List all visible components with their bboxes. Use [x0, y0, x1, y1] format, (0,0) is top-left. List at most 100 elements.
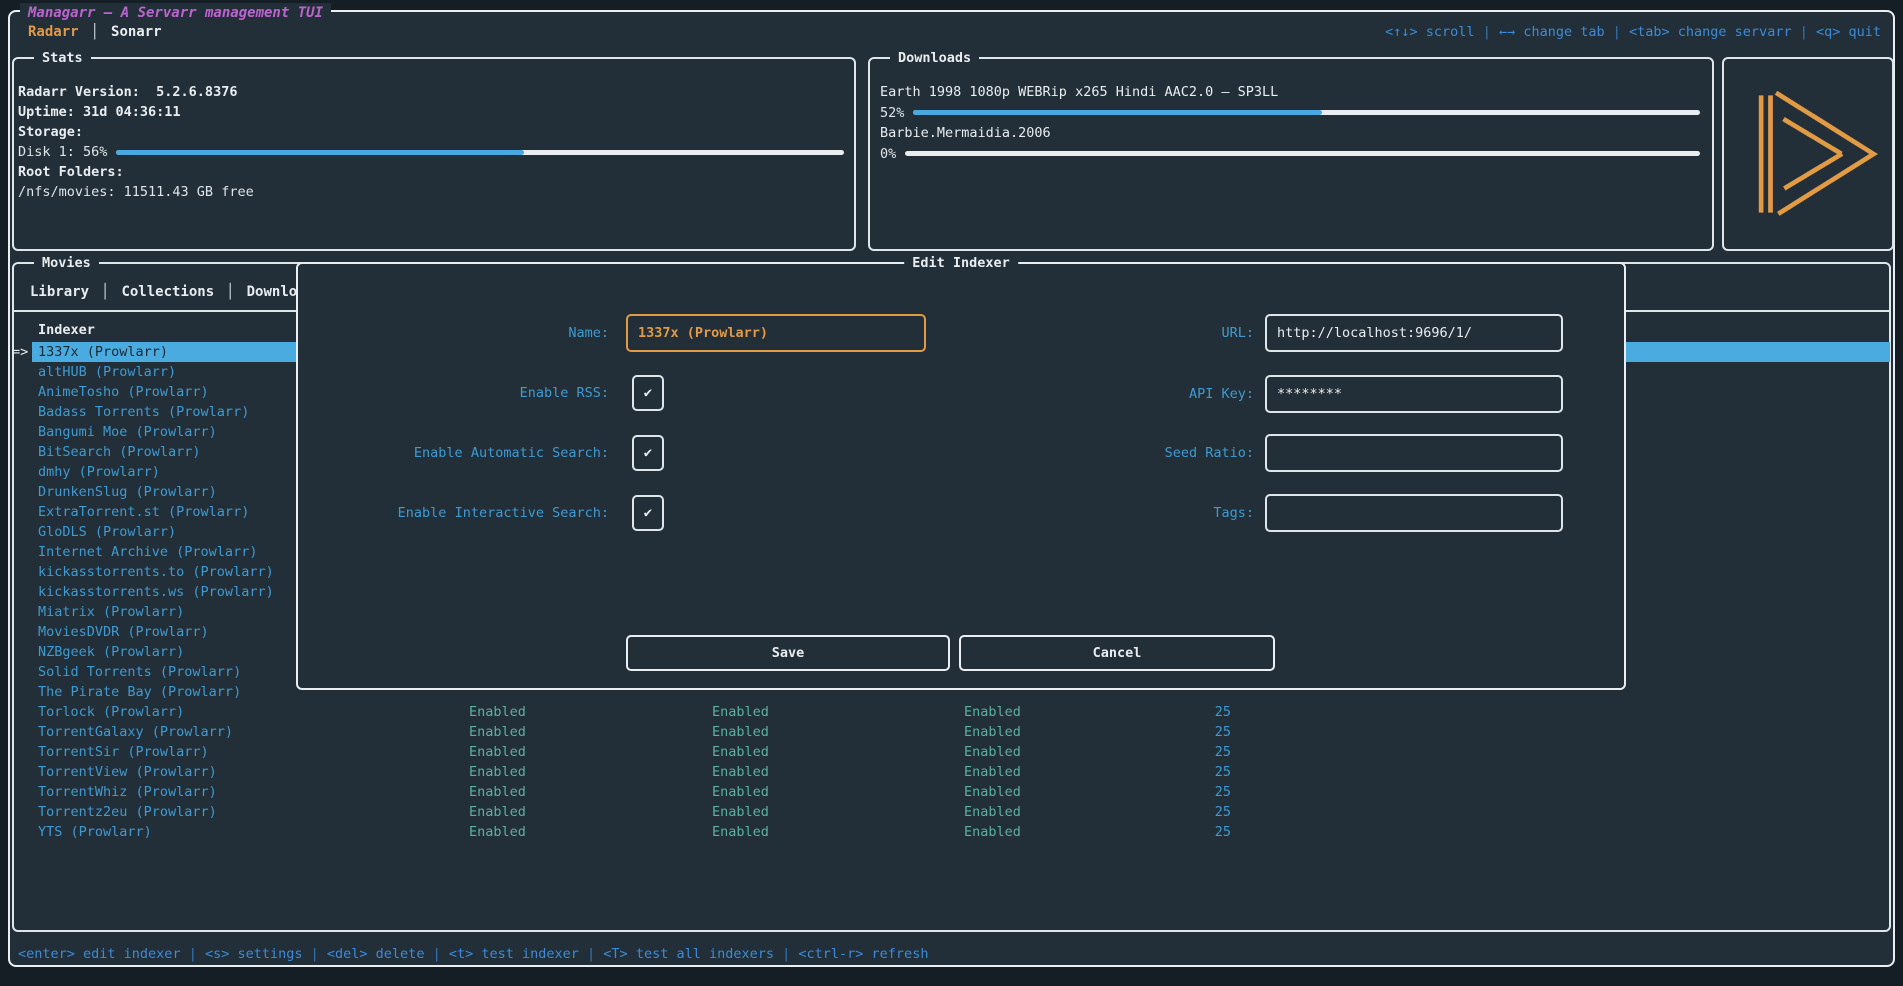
tags-input[interactable] — [1265, 494, 1563, 532]
url-input-label: URL: — [998, 314, 1254, 352]
enable-automatic-search-label: Enable Automatic Search: — [338, 435, 609, 471]
hint-separator: | — [181, 946, 205, 962]
indexer-enabled-cell: Enabled — [712, 782, 769, 802]
hint-label: edit indexer — [75, 946, 181, 962]
stats-lines: Radarr Version: 5.2.6.8376 Uptime: 31d 0… — [18, 82, 844, 202]
downloads-panel: Downloads Earth 1998 1080p WEBRip x265 H… — [868, 57, 1714, 251]
indexer-priority-cell: 25 — [1151, 762, 1231, 782]
download-progress-row: 0% — [880, 143, 1700, 164]
api-key-input[interactable]: ******** — [1265, 375, 1563, 413]
indexer-name: kickasstorrents.ws (Prowlarr) — [38, 582, 274, 602]
indexer-priority-cell: 25 — [1151, 742, 1231, 762]
hint-refresh: <ctrl-r> refresh — [798, 946, 928, 962]
hint-label: scroll — [1418, 24, 1475, 40]
hint-key: <ctrl-r> — [798, 946, 863, 962]
hint-key: <del> — [327, 946, 368, 962]
hint-edit-indexer: <enter> edit indexer — [18, 946, 181, 962]
hint-key: <s> — [205, 946, 229, 962]
download-progress-fill — [913, 110, 1322, 115]
indexer-name: Badass Torrents (Prowlarr) — [38, 402, 249, 422]
downloads-panel-title: Downloads — [890, 48, 979, 68]
indexer-priority-cell: 25 — [1151, 782, 1231, 802]
tab-sonarr[interactable]: Sonarr — [103, 24, 170, 40]
indexer-enabled-cell: Enabled — [712, 822, 769, 842]
tab-radarr[interactable]: Radarr — [20, 24, 87, 40]
indexer-enabled-cell: Enabled — [712, 722, 769, 742]
managarr-logo-icon — [1733, 79, 1883, 229]
hint-separator: | — [1475, 24, 1499, 40]
indexer-name: kickasstorrents.to (Prowlarr) — [38, 562, 274, 582]
url-input-value: http://localhost:9696/1/ — [1267, 316, 1561, 350]
indexer-row-yts-prowlarr[interactable]: YTS (Prowlarr)EnabledEnabledEnabled25 — [32, 822, 1890, 842]
indexer-row-torrentsir-prowlarr[interactable]: TorrentSir (Prowlarr)EnabledEnabledEnabl… — [32, 742, 1890, 762]
indexer-enabled-cell: Enabled — [712, 802, 769, 822]
root-folders-label: Root Folders: — [18, 162, 844, 182]
indexer-row-torrentwhiz-prowlarr[interactable]: TorrentWhiz (Prowlarr)EnabledEnabledEnab… — [32, 782, 1890, 802]
indexer-name: TorrentGalaxy (Prowlarr) — [38, 722, 233, 742]
indexer-name: Torrentz2eu (Prowlarr) — [38, 802, 217, 822]
hint-key: <↑↓> — [1385, 24, 1418, 40]
indexer-name: TorrentSir (Prowlarr) — [38, 742, 209, 762]
servarr-tabs: Radarr│Sonarr — [20, 20, 170, 44]
enable-rss-checkbox[interactable]: ✔ — [632, 375, 664, 411]
download-name: Earth 1998 1080p WEBRip x265 Hindi AAC2.… — [880, 82, 1700, 102]
hint-key: <T> — [603, 946, 627, 962]
root-folder-free-line: /nfs/movies: 11511.43 GB free — [18, 182, 844, 202]
indexer-name: Miatrix (Prowlarr) — [38, 602, 184, 622]
seed-ratio-input-label: Seed Ratio: — [998, 434, 1254, 472]
cancel-button[interactable]: Cancel — [959, 635, 1275, 671]
app-title: Managarr – A Servarr management TUI — [20, 3, 331, 23]
uptime-line: Uptime: 31d 04:36:11 — [18, 102, 844, 122]
indexer-row-torrentview-prowlarr[interactable]: TorrentView (Prowlarr)EnabledEnabledEnab… — [32, 762, 1890, 782]
enable-automatic-search-checkbox[interactable]: ✔ — [632, 435, 664, 471]
save-button[interactable]: Save — [626, 635, 950, 671]
check-icon: ✔ — [644, 505, 652, 521]
name-input-value: 1337x (Prowlarr) — [628, 316, 924, 350]
indexer-enabled-cell: Enabled — [964, 822, 1021, 842]
disk-usage-bar-fill — [116, 150, 523, 155]
modal-title: Edit Indexer — [904, 253, 1018, 273]
indexer-enabled-cell: Enabled — [469, 742, 526, 762]
movies-panel-title: Movies — [34, 253, 99, 273]
indexer-enabled-cell: Enabled — [469, 782, 526, 802]
indexer-enabled-cell: Enabled — [712, 762, 769, 782]
url-input[interactable]: http://localhost:9696/1/ — [1265, 314, 1563, 352]
tab-separator: │ — [87, 24, 103, 40]
hint-settings: <s> settings — [205, 946, 303, 962]
hint-test-all-indexers: <T> test all indexers — [603, 946, 774, 962]
hint-key: <q> — [1816, 24, 1840, 40]
indexer-name: dmhy (Prowlarr) — [38, 462, 160, 482]
hint-separator: | — [774, 946, 798, 962]
top-hints: <↑↓> scroll | ←→ change tab | <tab> chan… — [1385, 20, 1881, 44]
indexer-priority-cell: 25 — [1151, 802, 1231, 822]
enable-interactive-search-checkbox[interactable]: ✔ — [632, 495, 664, 531]
check-icon: ✔ — [644, 385, 652, 401]
indexer-name: AnimeTosho (Prowlarr) — [38, 382, 209, 402]
indexer-name: TorrentView (Prowlarr) — [38, 762, 217, 782]
disk-usage-row: Disk 1: 56% — [18, 142, 844, 162]
indexer-row-torlock-prowlarr[interactable]: Torlock (Prowlarr)EnabledEnabledEnabled2… — [32, 702, 1890, 722]
indexer-row-torrentz2eu-prowlarr[interactable]: Torrentz2eu (Prowlarr)EnabledEnabledEnab… — [32, 802, 1890, 822]
tags-input-label: Tags: — [998, 494, 1254, 532]
hint-test-indexer: <t> test indexer — [449, 946, 579, 962]
hint-delete: <del> delete — [327, 946, 425, 962]
indexer-row-torrentgalaxy-prowlarr[interactable]: TorrentGalaxy (Prowlarr)EnabledEnabledEn… — [32, 722, 1890, 742]
logo-panel — [1722, 57, 1894, 251]
indexer-enabled-cell: Enabled — [712, 702, 769, 722]
indexer-enabled-cell: Enabled — [469, 702, 526, 722]
seed-ratio-input[interactable] — [1265, 434, 1563, 472]
indexer-name: Bangumi Moe (Prowlarr) — [38, 422, 217, 442]
radarr-version-line: Radarr Version: 5.2.6.8376 — [18, 82, 844, 102]
hint-label: refresh — [863, 946, 928, 962]
indexer-name: 1337x (Prowlarr) — [38, 342, 168, 362]
bottom-hints: <enter> edit indexer | <s> settings | <d… — [18, 942, 928, 966]
hint-separator: | — [1605, 24, 1629, 40]
disk-usage-bar — [116, 150, 844, 155]
indexer-priority-cell: 25 — [1151, 822, 1231, 842]
hint-separator: | — [579, 946, 603, 962]
indexer-enabled-cell: Enabled — [964, 802, 1021, 822]
indexer-name: GloDLS (Prowlarr) — [38, 522, 176, 542]
name-input[interactable]: 1337x (Prowlarr) — [626, 314, 926, 352]
indexer-enabled-cell: Enabled — [469, 722, 526, 742]
hint-key: <tab> — [1629, 24, 1670, 40]
